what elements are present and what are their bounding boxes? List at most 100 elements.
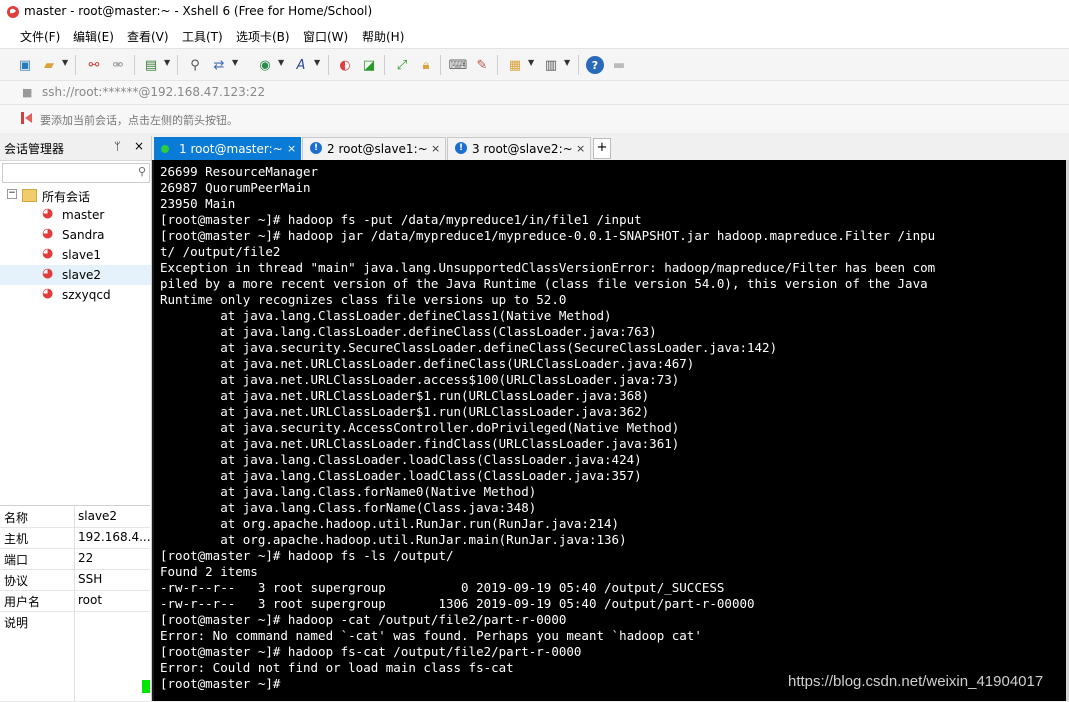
toolbar-divider (328, 55, 329, 75)
lock-icon[interactable]: 🔒︎ (417, 56, 435, 74)
terminal-line: at java.lang.ClassLoader.defineClass(Cla… (160, 324, 657, 339)
xftp-icon[interactable]: ◪ (360, 56, 378, 74)
tab-master[interactable]: 1 root@master:~ × (154, 137, 301, 160)
session-item-slave2[interactable]: ◕ slave2 (0, 265, 151, 285)
terminal-line: piled by a more recent version of the Ja… (160, 276, 928, 291)
new-session-icon[interactable]: ▣ (16, 56, 34, 74)
session-item-slave1[interactable]: ◕ slave1 (0, 245, 151, 265)
terminal[interactable]: 26699 ResourceManager 26987 QuorumPeerMai… (152, 160, 1068, 701)
session-icon: ◕ (42, 246, 54, 261)
terminal-line: at java.lang.Class.forName0(Native Metho… (160, 484, 537, 499)
toolbar-divider (578, 55, 579, 75)
chevron-down-icon[interactable]: ▼ (232, 58, 238, 67)
close-icon[interactable]: × (576, 142, 585, 155)
terminal-line: at org.apache.hadoop.util.RunJar.run(Run… (160, 516, 620, 531)
property-row: 说明 (0, 611, 150, 702)
tree-root-all-sessions[interactable]: − 所有会话 (0, 185, 151, 205)
address-field[interactable]: ssh://root:******@192.168.47.123:22 (42, 85, 265, 99)
property-row: 名称 slave2 (0, 506, 150, 528)
fullscreen-icon[interactable]: ⤢ (393, 56, 411, 74)
info-status-icon: ! (310, 142, 322, 154)
session-icon: ◕ (42, 206, 54, 221)
menu-tools[interactable]: 工具(T) (180, 27, 225, 46)
close-icon[interactable]: × (134, 139, 144, 153)
session-properties: 名称 slave2 主机 192.168.4... 端口 22 协议 SSH 用… (0, 505, 151, 702)
chevron-down-icon[interactable]: ▼ (314, 58, 320, 67)
session-item-szxyqcd[interactable]: ◕ szxyqcd (0, 285, 151, 305)
terminal-line: [root@master ~]# hadoop -cat /output/fil… (160, 612, 567, 627)
bookmark-arrow-icon[interactable] (20, 111, 34, 125)
session-manager-title: 会话管理器 (4, 142, 65, 156)
session-icon: ◕ (42, 226, 54, 241)
property-value: 22 (78, 551, 94, 565)
terminal-line: at java.lang.ClassLoader.defineClass1(Na… (160, 308, 612, 323)
session-icon: ◕ (42, 286, 54, 301)
close-icon[interactable]: × (431, 142, 440, 155)
disconnect-icon[interactable]: ⚮ (109, 56, 127, 74)
chevron-down-icon[interactable]: ▼ (62, 58, 68, 67)
transfer-icon[interactable]: ⇄ (210, 56, 228, 74)
property-divider (74, 548, 75, 569)
property-key: 主机 (4, 532, 29, 546)
terminal-line: Exception in thread "main" java.lang.Uns… (160, 260, 936, 275)
watermark: https://blog.csdn.net/weixin_41904017 (788, 673, 1044, 690)
terminal-line: at org.apache.hadoop.util.RunJar.main(Ru… (160, 532, 627, 547)
menu-window[interactable]: 窗口(W) (301, 27, 350, 46)
session-search-input[interactable]: ⚲ (2, 163, 150, 183)
compose-icon[interactable]: ✎ (473, 56, 491, 74)
menu-tabs[interactable]: 选项卡(B) (234, 27, 292, 46)
menu-view[interactable]: 查看(V) (125, 27, 171, 46)
tab-slave1[interactable]: ! 2 root@slave1:~ × (302, 137, 446, 160)
properties-icon[interactable]: ▤ (142, 56, 160, 74)
globe-icon[interactable]: ◉ (256, 56, 274, 74)
menu-file[interactable]: 文件(F) (18, 27, 62, 46)
layout-icon[interactable]: ▥ (542, 56, 560, 74)
chat-icon[interactable]: ▬ (610, 56, 628, 74)
tab-bar: 1 root@master:~ × ! 2 root@slave1:~ × ! … (152, 136, 1069, 160)
toolbar: ▣ ▰ ▼ ⚯ ⚮ ▤ ▼ ⚲ ⇄ ▼ ◉ ▼ A ▼ ◐ ◪ ⤢ 🔒︎ ⌨ ✎… (0, 48, 1069, 81)
terminal-line: [root@master ~]# hadoop fs -ls /output/ (160, 548, 454, 563)
terminal-line: 26987 QuorumPeerMain (160, 180, 311, 195)
menu-help[interactable]: 帮助(H) (360, 27, 406, 46)
menu-edit[interactable]: 编辑(E) (71, 27, 116, 46)
terminal-line: [root@master ~]# hadoop fs-cat /output/f… (160, 644, 582, 659)
help-icon[interactable]: ? (586, 56, 604, 74)
property-divider (74, 611, 75, 701)
terminal-line: [root@master ~]# hadoop fs -put /data/my… (160, 212, 642, 227)
search-icon[interactable]: ⚲ (138, 165, 146, 178)
xshell-icon[interactable]: ◐ (336, 56, 354, 74)
property-row: 端口 22 (0, 548, 150, 570)
keyboard-icon[interactable]: ⌨ (449, 56, 468, 74)
session-manager-header: 会话管理器 ᛘ × (0, 136, 151, 161)
tab-slave2[interactable]: ! 3 root@slave2:~ × (447, 137, 591, 160)
terminal-line: 26699 ResourceManager (160, 164, 319, 179)
terminal-output: 26699 ResourceManager 26987 QuorumPeerMai… (160, 164, 935, 692)
new-tab-button[interactable]: + (593, 138, 611, 159)
collapse-icon[interactable]: − (7, 189, 17, 199)
property-key: 端口 (4, 553, 29, 567)
terminal-line: at java.lang.ClassLoader.loadClass(Class… (160, 468, 642, 483)
find-icon[interactable]: ⚲ (186, 56, 204, 74)
terminal-line: at java.security.AccessController.doPriv… (160, 420, 680, 435)
script-icon[interactable]: ▦ (506, 56, 524, 74)
hint-bar: 要添加当前会话，点击左侧的箭头按钮。 (0, 104, 1069, 133)
property-value: root (78, 593, 103, 607)
close-icon[interactable]: × (287, 142, 296, 155)
tree-root-label: 所有会话 (42, 190, 91, 204)
pin-icon[interactable]: ᛘ (114, 140, 121, 153)
reconnect-icon[interactable]: ⚯ (85, 56, 103, 74)
open-folder-icon[interactable]: ▰ (40, 56, 58, 74)
font-icon[interactable]: A (292, 56, 310, 74)
chevron-down-icon[interactable]: ▼ (164, 58, 170, 67)
toolbar-divider (75, 55, 76, 75)
property-key: 名称 (4, 511, 29, 525)
session-item-master[interactable]: ◕ master (0, 205, 151, 225)
session-item-sandra[interactable]: ◕ Sandra (0, 225, 151, 245)
tab-label: 3 root@slave2:~ (472, 142, 573, 156)
chevron-down-icon[interactable]: ▼ (528, 58, 534, 67)
terminal-line: at java.lang.ClassLoader.loadClass(Class… (160, 452, 642, 467)
chevron-down-icon[interactable]: ▼ (278, 58, 284, 67)
property-divider (74, 569, 75, 590)
chevron-down-icon[interactable]: ▼ (564, 58, 570, 67)
property-key: 协议 (4, 574, 29, 588)
